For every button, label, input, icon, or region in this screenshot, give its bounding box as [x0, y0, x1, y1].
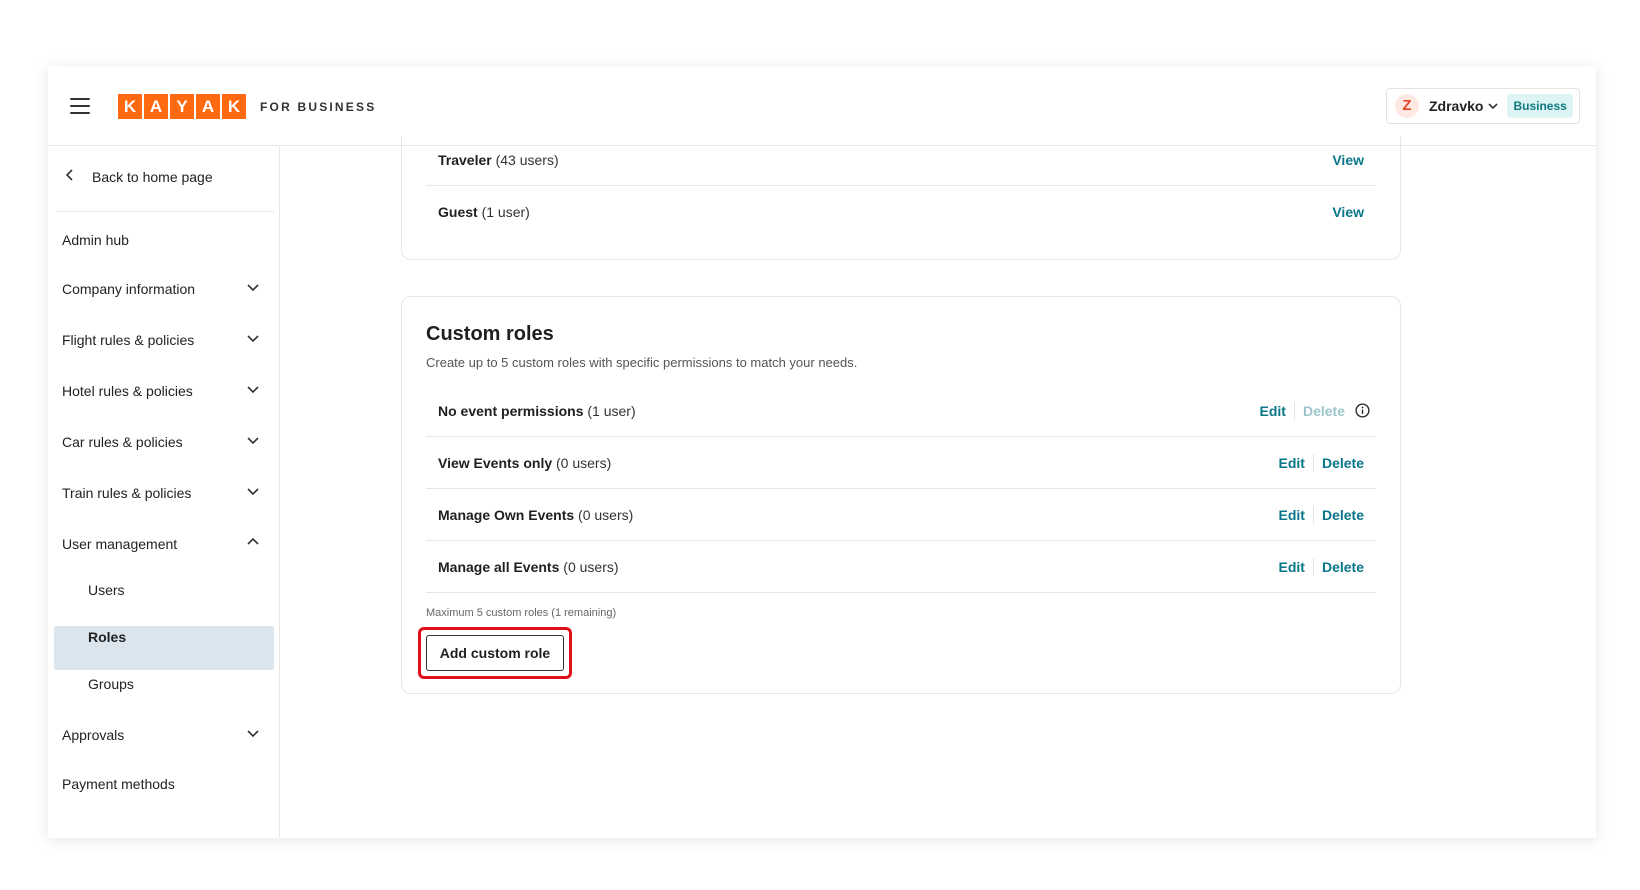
custom-role-limit-note: Maximum 5 custom roles (1 remaining): [426, 607, 617, 619]
sidebar-item-hotel-rules[interactable]: Hotel rules & policies: [62, 382, 260, 399]
action-separator: [1312, 453, 1314, 472]
custom-role-row: No event permissions (1 user) Edit Delet…: [426, 385, 1376, 437]
for-business-label: FOR BUSINESS: [260, 100, 377, 114]
role-count: (0 users): [563, 558, 619, 575]
custom-roles-card: Custom roles Create up to 5 custom roles…: [401, 296, 1401, 694]
sidebar-item-label: Approvals: [62, 726, 125, 743]
chevron-down-icon: [246, 433, 260, 450]
edit-role-button[interactable]: Edit: [1279, 507, 1305, 523]
action-separator: [1312, 557, 1314, 576]
default-roles-card: Traveler (43 users) View Guest (1 user) …: [401, 136, 1401, 260]
business-badge: Business: [1507, 94, 1573, 118]
sidebar-item-train-rules[interactable]: Train rules & policies: [62, 484, 260, 501]
account-menu[interactable]: Z Zdravko Business: [1386, 88, 1580, 124]
role-name: View Events only: [438, 454, 553, 471]
chevron-left-icon: [64, 168, 76, 185]
info-icon[interactable]: [1355, 403, 1370, 418]
sidebar-item-label: Payment methods: [62, 776, 175, 792]
role-name: Traveler: [438, 151, 492, 168]
action-separator: [1312, 505, 1314, 524]
kayak-logo[interactable]: K A Y A K: [118, 94, 248, 119]
section-description: Create up to 5 custom roles with specifi…: [426, 355, 858, 370]
view-role-button[interactable]: View: [1332, 204, 1364, 220]
logo-letter: A: [196, 94, 220, 119]
role-row-guest: Guest (1 user) View: [426, 186, 1376, 238]
chevron-up-icon: [246, 535, 260, 552]
role-name: Manage Own Events: [438, 506, 575, 523]
role-count: (0 users): [578, 506, 634, 523]
sidebar-item-label: Car rules & policies: [62, 433, 183, 450]
logo-letter: A: [144, 94, 168, 119]
custom-role-row: Manage Own Events (0 users) Edit Delete: [426, 489, 1376, 541]
hamburger-icon[interactable]: [70, 94, 90, 114]
active-nav-highlight: [54, 626, 274, 670]
main-content: Traveler (43 users) View Guest (1 user) …: [281, 136, 1596, 838]
logo-letter: K: [118, 94, 142, 119]
view-role-button[interactable]: View: [1332, 152, 1364, 168]
add-custom-role-button[interactable]: Add custom role: [426, 635, 564, 671]
edit-role-button[interactable]: Edit: [1279, 455, 1305, 471]
delete-role-button[interactable]: Delete: [1322, 507, 1364, 523]
role-count: (43 users): [495, 151, 559, 168]
role-count: (0 users): [556, 454, 612, 471]
sidebar-item-label: Hotel rules & policies: [62, 382, 193, 399]
back-label: Back to home page: [92, 168, 213, 185]
role-count: (1 user): [481, 204, 530, 220]
sidebar-item-approvals[interactable]: Approvals: [62, 726, 260, 743]
sidebar-item-car-rules[interactable]: Car rules & policies: [62, 433, 260, 450]
edit-role-button[interactable]: Edit: [1260, 403, 1286, 419]
sidebar-subitem-roles[interactable]: Roles: [88, 629, 126, 645]
custom-role-row: Manage all Events (0 users) Edit Delete: [426, 541, 1376, 593]
section-title: Custom roles: [426, 323, 554, 345]
sidebar-item-label: Admin hub: [62, 232, 129, 248]
edit-role-button[interactable]: Edit: [1279, 559, 1305, 575]
sidebar-item-company-information[interactable]: Company information: [62, 280, 260, 297]
delete-role-button-disabled: Delete: [1302, 402, 1345, 419]
sidebar-item-label: Train rules & policies: [62, 484, 192, 501]
sidebar-item-flight-rules[interactable]: Flight rules & policies: [62, 331, 260, 348]
avatar: Z: [1395, 94, 1419, 118]
sidebar-item-admin-hub[interactable]: Admin hub: [62, 232, 260, 248]
sidebar-subitem-groups[interactable]: Groups: [88, 676, 134, 692]
logo-letter: Y: [170, 94, 194, 119]
logo-letter: K: [222, 94, 246, 119]
role-name: Guest: [438, 204, 478, 220]
sidebar-item-label: Flight rules & policies: [62, 331, 195, 348]
role-name: Manage all Events: [438, 558, 560, 575]
delete-role-button[interactable]: Delete: [1322, 455, 1364, 471]
sidebar-item-label: User management: [62, 535, 178, 552]
chevron-down-icon: [246, 484, 260, 501]
custom-role-row: View Events only (0 users) Edit Delete: [426, 437, 1376, 489]
sidebar-item-user-management[interactable]: User management: [62, 535, 260, 552]
action-separator: [1293, 401, 1295, 420]
account-name: Zdravko: [1429, 98, 1484, 114]
chevron-down-icon: [246, 280, 260, 297]
chevron-down-icon: [1487, 100, 1499, 112]
sidebar: Back to home page Admin hub Company info…: [48, 146, 280, 838]
sidebar-divider: [56, 211, 274, 212]
role-row-traveler: Traveler (43 users) View: [426, 134, 1376, 186]
role-count: (1 user): [587, 402, 636, 419]
sidebar-item-payment-methods[interactable]: Payment methods: [62, 776, 260, 792]
back-to-home-link[interactable]: Back to home page: [64, 168, 213, 185]
chevron-down-icon: [246, 331, 260, 348]
sidebar-subitem-users[interactable]: Users: [88, 582, 125, 598]
chevron-down-icon: [246, 726, 260, 743]
delete-role-button[interactable]: Delete: [1322, 559, 1364, 575]
sidebar-item-label: Company information: [62, 280, 196, 297]
app-window: K A Y A K FOR BUSINESS Z Zdravko Busines…: [48, 66, 1596, 838]
chevron-down-icon: [246, 382, 260, 399]
role-name: No event permissions: [438, 402, 584, 419]
